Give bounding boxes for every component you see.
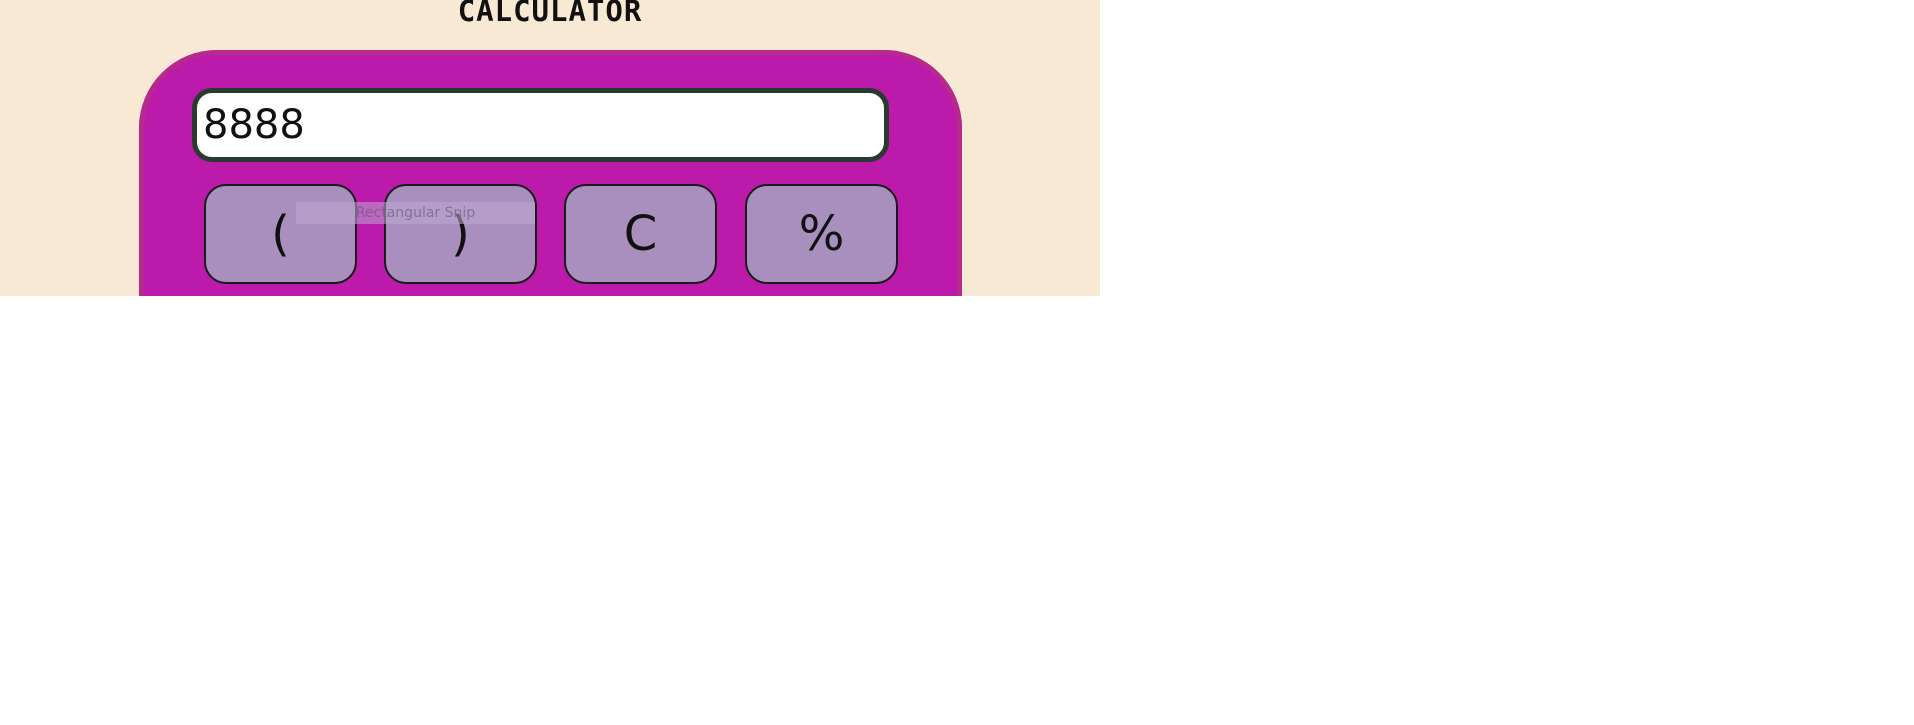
calculator-display: 8888 bbox=[192, 88, 889, 162]
percent-button[interactable]: % bbox=[745, 184, 898, 284]
rectangular-snip-tooltip: Rectangular Snip bbox=[296, 202, 535, 224]
page-title: CALCULATOR bbox=[457, 0, 643, 28]
clear-button[interactable]: C bbox=[564, 184, 717, 284]
percent-label: % bbox=[798, 206, 845, 262]
calculator-body: 8888 ( ) C % bbox=[139, 50, 962, 296]
calculator-page: CALCULATOR 8888 ( ) C % Rectangular Snip bbox=[0, 0, 1100, 296]
clear-label: C bbox=[623, 206, 658, 262]
close-paren-button[interactable]: ) bbox=[384, 184, 537, 284]
open-paren-button[interactable]: ( bbox=[204, 184, 357, 284]
open-paren-label: ( bbox=[271, 206, 290, 262]
display-value: 8888 bbox=[203, 102, 305, 148]
